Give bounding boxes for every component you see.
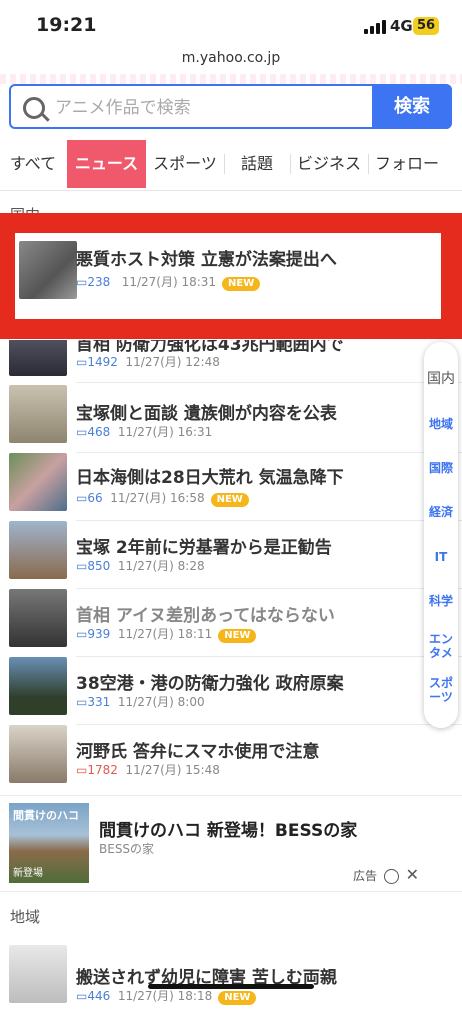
side-nav-science[interactable]: 科学 xyxy=(424,594,458,608)
side-nav-it[interactable]: IT xyxy=(424,550,458,564)
news-thumbnail xyxy=(9,589,67,647)
news-meta: ▭468 11/27(月) 16:31 xyxy=(76,425,213,439)
new-badge: NEW xyxy=(222,277,261,291)
news-item-4[interactable]: 日本海側は28日大荒れ 気温急降下 ▭66 11/27(月) 16:58 NEW xyxy=(0,453,462,521)
news-thumbnail xyxy=(9,657,67,715)
news-title: 首相 アイヌ差別あってはならない xyxy=(76,606,335,626)
news-title: 河野氏 答弁にスマホ使用で注意 xyxy=(76,742,320,762)
ad-banner[interactable]: 間貫けのハコ 新登場 間貫けのハコ 新登場！BESSの家 BESSの家 広告 ✕ xyxy=(0,795,462,892)
search-icon xyxy=(23,97,45,119)
news-item-5[interactable]: 宝塚 2年前に労基署から是正勧告 ▭850 11/27(月) 8:28 xyxy=(0,521,462,589)
status-bar: 19:21 4G 56 xyxy=(0,0,462,50)
info-icon[interactable] xyxy=(383,869,399,884)
tab-follow[interactable]: フォロー xyxy=(369,140,445,188)
ad-thumbnail: 間貫けのハコ 新登場 xyxy=(9,803,89,883)
tab-news[interactable]: ニュース xyxy=(67,140,146,188)
search-box: 検索 xyxy=(9,84,452,129)
news-thumbnail xyxy=(9,453,67,511)
section-regional: 地域 xyxy=(10,908,41,926)
news-title: 38空港・港の防衛力強化 政府原案 xyxy=(76,674,344,694)
tab-business[interactable]: ビジネス xyxy=(291,140,367,188)
close-icon[interactable]: ✕ xyxy=(406,865,419,884)
side-nav-economy[interactable]: 経済 xyxy=(424,505,458,519)
side-nav-regional[interactable]: 地域 xyxy=(424,417,458,431)
side-nav-sports[interactable]: スポーツ xyxy=(424,676,458,704)
news-meta: ▭850 11/27(月) 8:28 xyxy=(76,559,205,573)
side-nav-entertainment[interactable]: エンタメ xyxy=(424,632,458,660)
news-thumbnail xyxy=(9,521,67,579)
news-title: 日本海側は28日大荒れ 気温急降下 xyxy=(76,468,344,488)
news-meta: ▭939 11/27(月) 18:11 NEW xyxy=(76,625,257,643)
news-meta: ▭446 11/27(月) 18:18 NEW xyxy=(76,987,257,1005)
category-tabs: すべて ニュース スポーツ 話題 ビジネス フォロー xyxy=(0,140,462,191)
news-meta: ▭1782 11/27(月) 15:48 xyxy=(76,763,220,777)
search-input[interactable] xyxy=(53,93,377,123)
category-side-nav: 国内 地域 国際 経済 IT 科学 エンタメ スポーツ xyxy=(424,342,458,728)
tab-all[interactable]: すべて xyxy=(0,140,66,188)
news-thumbnail xyxy=(19,241,77,299)
news-title: 宝塚 2年前に労基署から是正勧告 xyxy=(76,538,332,558)
home-indicator[interactable] xyxy=(148,984,314,989)
clock: 19:21 xyxy=(36,14,97,36)
news-title: 悪質ホスト対策 立憲が法案提出へ xyxy=(76,250,337,270)
tab-topics[interactable]: 話題 xyxy=(225,140,289,188)
news-meta: ▭66 11/27(月) 16:58 NEW xyxy=(76,489,249,507)
news-item-1[interactable]: 悪質ホスト対策 立憲が法案提出へ ▭238 11/27(月) 18:31 NEW xyxy=(15,241,462,309)
news-thumbnail xyxy=(9,945,67,1003)
news-meta: ▭238 11/27(月) 18:31 NEW xyxy=(76,273,261,291)
news-thumbnail xyxy=(9,725,67,783)
url-bar[interactable]: m.yahoo.co.jp xyxy=(0,50,462,74)
news-item-2[interactable]: 首相 防衛力強化は43兆円範囲内で ▭1492 11/27(月) 12:48 xyxy=(0,340,462,388)
highlight-box: 悪質ホスト対策 立憲が法案提出へ ▭238 11/27(月) 18:31 NEW xyxy=(0,213,462,339)
ad-label: 広告 ✕ xyxy=(353,865,420,884)
news-title: 宝塚側と面談 遺族側が内容を公表 xyxy=(76,404,337,424)
header-decoration xyxy=(0,74,462,84)
comment-icon: ▭ xyxy=(76,275,88,289)
ad-title: 間貫けのハコ 新登場！BESSの家 xyxy=(99,821,358,841)
news-thumbnail xyxy=(9,385,67,443)
news-item-7[interactable]: 38空港・港の防衛力強化 政府原案 ▭331 11/27(月) 8:00 xyxy=(0,657,462,725)
tab-sports[interactable]: スポーツ xyxy=(147,140,223,188)
news-item-3[interactable]: 宝塚側と面談 遺族側が内容を公表 ▭468 11/27(月) 16:31 xyxy=(0,385,462,453)
ad-sponsor: BESSの家 xyxy=(99,842,155,856)
battery-icon: 56 xyxy=(413,17,439,35)
news-item-6[interactable]: 首相 アイヌ差別あってはならない ▭939 11/27(月) 18:11 NEW xyxy=(0,589,462,657)
side-nav-international[interactable]: 国際 xyxy=(424,461,458,475)
side-nav-domestic[interactable]: 国内 xyxy=(424,372,458,386)
search-button[interactable]: 検索 xyxy=(372,84,452,129)
news-thumbnail xyxy=(9,340,67,376)
news-meta: ▭331 11/27(月) 8:00 xyxy=(76,695,205,709)
news-item-8[interactable]: 河野氏 答弁にスマホ使用で注意 ▭1782 11/27(月) 15:48 xyxy=(0,725,462,793)
network-type: 4G xyxy=(390,17,413,35)
signal-icon xyxy=(364,20,386,34)
regional-news-item-1[interactable]: 搬送されず幼児に障害 苦しむ両親 ▭446 11/27(月) 18:18 NEW xyxy=(0,945,462,1013)
news-meta: ▭1492 11/27(月) 12:48 xyxy=(76,355,220,369)
